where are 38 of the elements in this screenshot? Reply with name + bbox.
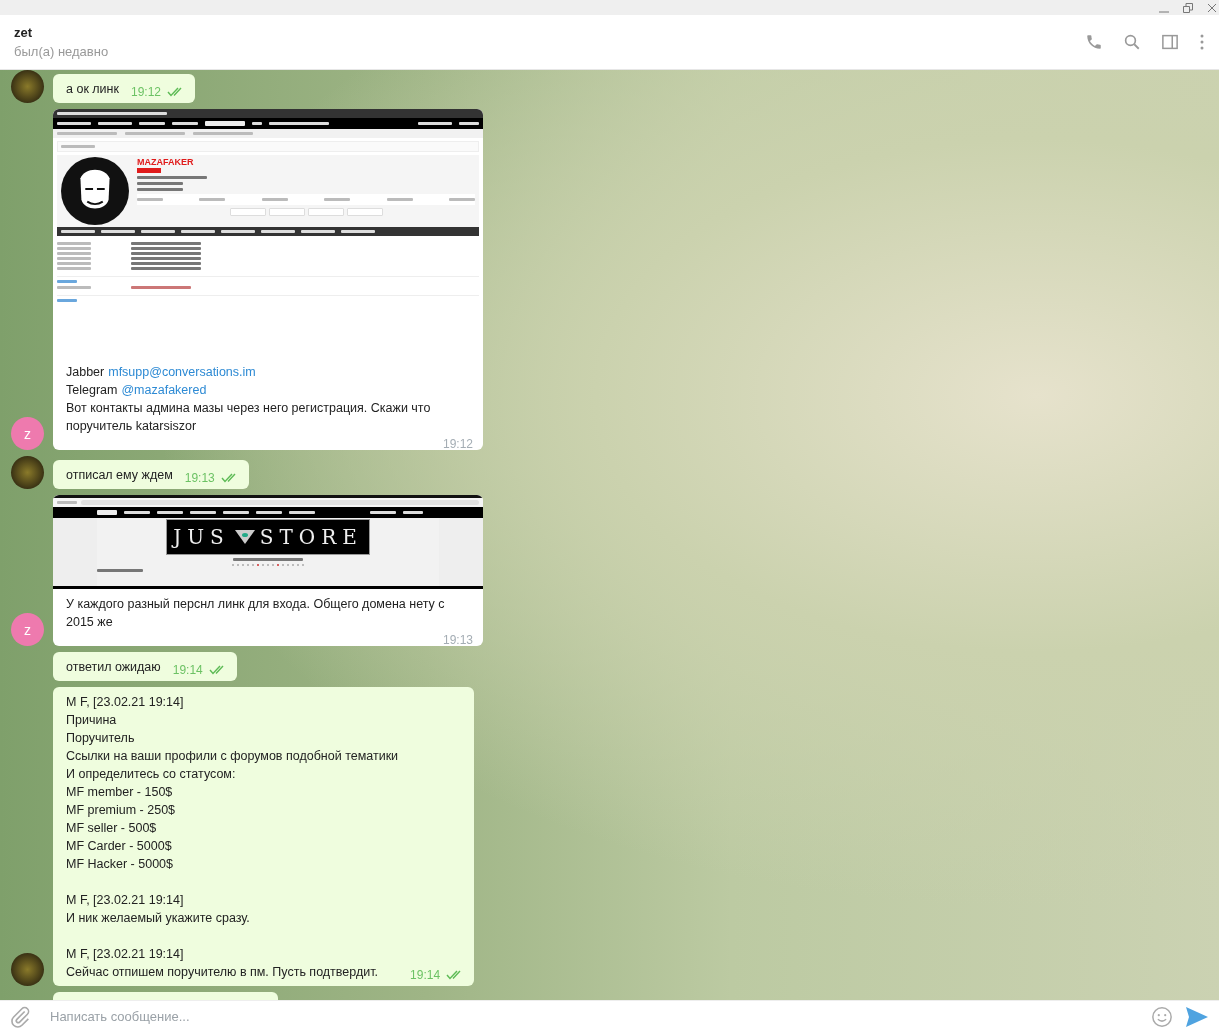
send-icon[interactable] [1185,1005,1209,1028]
message-text: а ок линк [66,81,119,98]
close-icon[interactable] [1207,2,1217,13]
emoji-icon[interactable] [1151,1005,1173,1028]
message-text: M F, [23.02.21 19:14] Причина Поручитель Ссылки на ваши профили с форумов подобной тематики И определитесь со статусом: MF member - 150$ MF premium - 250$ MF seller - 500$ MF Carder - 5000$ MF Hacker - 5000$ M F, [23.02.21 19:14] И ник желаемый укажите сразу. M F, [23.02.21 19:14] Сейчас отпишем поручителю в пм. Пусть подтвердит. [66,694,399,981]
last-seen-status: был(а) недавно [14,44,109,59]
paperclip-icon[interactable] [10,1005,32,1028]
sidebar-icon[interactable] [1161,33,1179,51]
message-time: 19:12 [130,84,161,101]
message-time: 19:13 [442,632,473,646]
logo-text: JUS [173,524,230,551]
contact-name: zet [14,25,34,40]
search-icon[interactable] [1123,33,1141,51]
logo-text: STORE [259,524,363,551]
contact-avatar[interactable]: z [11,417,44,450]
avatar-photo-placeholder[interactable] [11,953,44,986]
message-text: У каждого разный перснл линк для входа. Общего домена нету с 2015 же [66,596,446,631]
eye-triangle-icon [233,529,256,545]
more-icon[interactable] [1199,33,1205,51]
contact-label: Jabber [66,365,105,379]
avatar-photo-placeholder[interactable] [11,456,44,489]
contact-avatar[interactable]: z [11,613,44,646]
phone-icon[interactable] [1085,33,1103,51]
message-text: ответил ожидаю [66,659,161,676]
profile-name: MAZAFAKER [137,157,195,168]
restore-icon[interactable] [1183,2,1193,13]
message-text: отписал ему ждем [66,467,173,484]
message-time: 19:12 [442,436,473,450]
message-time: 19:14 [410,967,441,984]
role-badge [137,168,161,173]
avatar-photo-placeholder[interactable] [11,70,44,103]
contact-link[interactable]: mfsupp@conversations.im [108,365,256,379]
message-text: Вот контакты админа мазы через него регистрация. Скажи что поручитель katarsiszor [66,400,432,435]
contact-label: Telegram [66,383,118,397]
profile-details [137,176,207,191]
contact-link[interactable]: @mazafakered [121,383,207,397]
message-time: 19:14 [172,662,203,679]
message-time: 19:13 [184,470,215,487]
